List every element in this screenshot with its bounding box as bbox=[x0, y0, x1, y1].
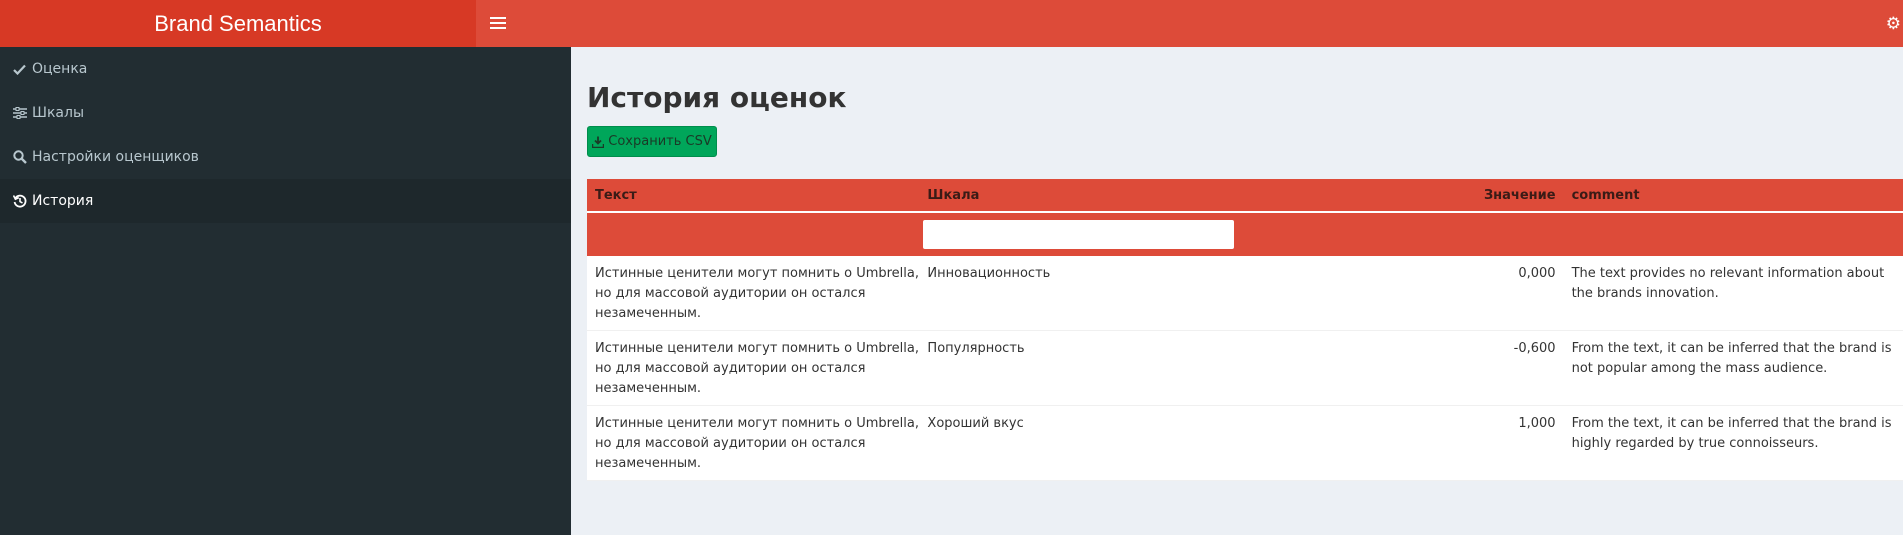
column-header-scale[interactable]: Шкала bbox=[927, 188, 1260, 203]
table-row: Истинные ценители могут помнить о Umbrel… bbox=[587, 406, 1903, 481]
cell-text: Истинные ценители могут помнить о Umbrel… bbox=[595, 266, 920, 321]
column-header-value[interactable]: Значение bbox=[1261, 188, 1556, 203]
cell-scale: Популярность bbox=[927, 341, 1025, 356]
table-row: Истинные ценители могут помнить о Umbrel… bbox=[587, 331, 1903, 406]
top-navbar: ⚙ bbox=[476, 0, 1903, 47]
cell-text: Истинные ценители могут помнить о Umbrel… bbox=[595, 416, 920, 471]
app-logo[interactable]: Brand Semantics bbox=[0, 0, 476, 47]
table-filter-row bbox=[587, 211, 1903, 256]
sidebar-item-label: Шкалы bbox=[32, 105, 85, 121]
sliders-icon bbox=[13, 107, 29, 119]
history-table: Текст Шкала Значение comment Истинные це… bbox=[587, 179, 1903, 481]
sidebar-item-scales[interactable]: Шкалы bbox=[0, 91, 571, 135]
save-csv-button[interactable]: Сохранить CSV bbox=[587, 126, 717, 157]
scale-filter-input[interactable] bbox=[923, 220, 1234, 249]
history-icon bbox=[13, 194, 29, 208]
sidebar-item-label: Оценка bbox=[32, 61, 88, 77]
sidebar-item-evaluation[interactable]: Оценка bbox=[0, 47, 571, 91]
download-icon bbox=[592, 136, 605, 148]
gears-icon[interactable]: ⚙ bbox=[1886, 14, 1901, 34]
page-title: История оценок bbox=[587, 81, 847, 114]
check-icon bbox=[13, 64, 29, 75]
save-csv-label: Сохранить CSV bbox=[608, 134, 712, 149]
table-row: Истинные ценители могут помнить о Umbrel… bbox=[587, 256, 1903, 331]
cell-text: Истинные ценители могут помнить о Umbrel… bbox=[595, 341, 920, 396]
sidebar: Оценка Шкалы Настройки оценщиков История bbox=[0, 47, 571, 535]
search-icon bbox=[13, 150, 29, 164]
main-content: История оценок Сохранить CSV Текст Шкала… bbox=[571, 47, 1903, 535]
sidebar-item-label: Настройки оценщиков bbox=[32, 149, 199, 165]
sidebar-item-history[interactable]: История bbox=[0, 179, 571, 223]
cell-scale: Хороший вкус bbox=[927, 416, 1024, 431]
cell-comment: From the text, it can be inferred that t… bbox=[1571, 416, 1892, 451]
sidebar-item-label: История bbox=[32, 193, 94, 209]
column-header-text[interactable]: Текст bbox=[587, 188, 927, 203]
cell-value: 1,000 bbox=[1518, 416, 1556, 431]
sidebar-item-rater-settings[interactable]: Настройки оценщиков bbox=[0, 135, 571, 179]
cell-value: -0,600 bbox=[1513, 341, 1556, 356]
cell-comment: From the text, it can be inferred that t… bbox=[1571, 341, 1892, 376]
cell-comment: The text provides no relevant informatio… bbox=[1571, 266, 1885, 301]
table-header: Текст Шкала Значение comment bbox=[587, 179, 1903, 211]
column-header-comment[interactable]: comment bbox=[1556, 188, 1903, 203]
sidebar-toggle-icon[interactable] bbox=[490, 14, 506, 33]
cell-value: 0,000 bbox=[1518, 266, 1556, 281]
cell-scale: Инновационность bbox=[927, 266, 1051, 281]
